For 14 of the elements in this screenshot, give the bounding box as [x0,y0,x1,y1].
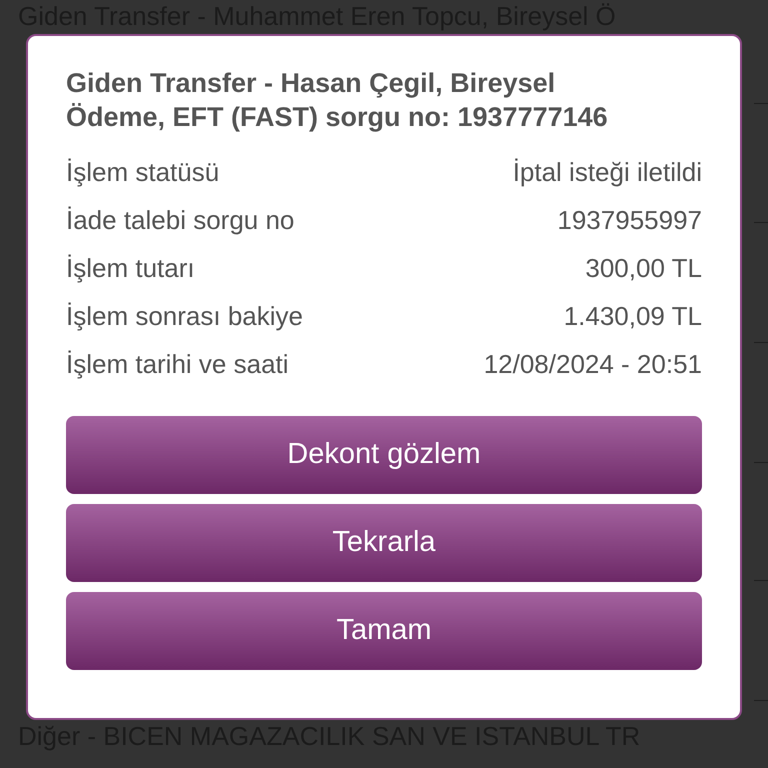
dialog-button[interactable]: Tekrarla [66,504,702,582]
field-value: 12/08/2024 - 20:51 [484,348,702,381]
field-value: 1937955997 [557,204,702,237]
field-label: İşlem tutarı [66,252,195,285]
field-value: 300,00 TL [585,252,702,285]
dialog-button[interactable]: Tamam [66,592,702,670]
field-value: 1.430,09 TL [564,300,702,333]
field-value: İptal isteği iletildi [512,156,702,189]
field-label: İşlem sonrası bakiye [66,300,303,333]
dialog-button[interactable]: Dekont gözlem [66,416,702,494]
field-label: İşlem tarihi ve saati [66,348,289,381]
field-label: İşlem statüsü [66,156,220,189]
field-label: İade talebi sorgu no [66,204,294,237]
dialog-title: Giden Transfer - Hasan Çegil, Bireysel Ödeme, EFT (FAST) sorgu no: 1937777146 [66,67,609,134]
